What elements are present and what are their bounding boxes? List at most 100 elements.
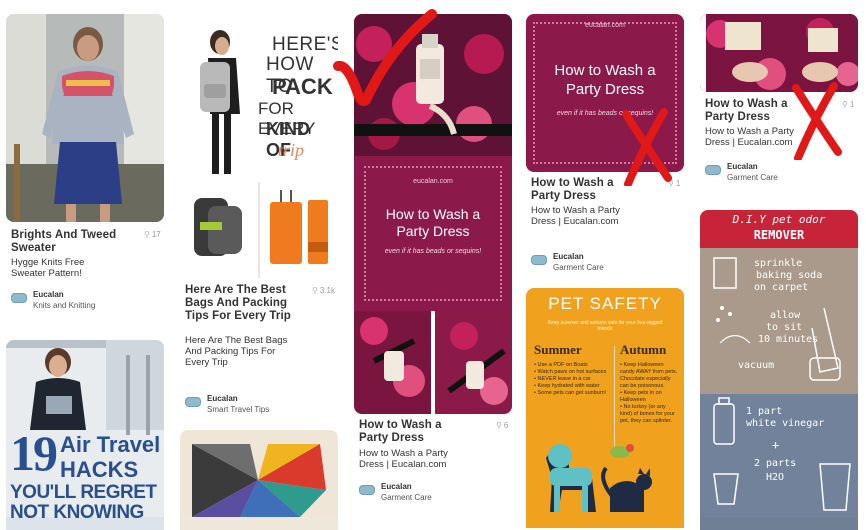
x-mark-icon [792, 82, 842, 160]
board-user[interactable]: Eucalan [381, 482, 412, 491]
dress-photo-bottom [354, 311, 512, 414]
checkmark-icon [333, 9, 437, 107]
travel-line2: HACKS [60, 457, 139, 482]
summer-label: Summer [534, 342, 582, 357]
board-name[interactable]: Knits and Knitting [33, 301, 95, 310]
repin-count-value: 1 [675, 179, 681, 188]
dress-line2: Party Dress [565, 81, 645, 98]
quilt-photo [180, 430, 338, 517]
pin-icon: ⚲ [312, 286, 318, 295]
pin-image-travel-hacks[interactable]: 19 Air Travel HACKS YOU'LL REGRET NOT KN… [6, 340, 164, 530]
odor-header: D.I.Y pet odor REMOVER [700, 210, 858, 248]
dog-cat-illustration [546, 444, 652, 512]
odor-step1b: baking soda [756, 270, 823, 281]
autumn-label: Autumn [620, 342, 667, 357]
board-logo-icon[interactable] [11, 293, 27, 303]
odor-heading2: REMOVER [753, 228, 805, 242]
pin-image-sweater[interactable] [6, 14, 164, 222]
repin-count: ⚲ 3.1k [312, 286, 335, 295]
dress-line1: How to Wash a [385, 206, 481, 222]
x-mark-icon [622, 108, 672, 186]
summer-items: • Use a PDF on Boats • Watch paws on hot… [534, 362, 612, 397]
travel-number: 19 [10, 425, 58, 481]
bags-text-l1: HERE'S [272, 34, 338, 55]
odor-part2b: H2O [766, 472, 785, 483]
odor-part1b: white vinegar [746, 418, 825, 429]
travel-line4: NOT KNOWING [10, 502, 144, 523]
summer-item: • Watch paws on hot surfaces [534, 369, 607, 375]
autumn-item: • No turkey (or any kind) of bones for y… [620, 404, 675, 424]
carpet-panel: sprinkle baking soda on carpet allow to … [700, 248, 858, 394]
pin-title[interactable]: Brights And Tweed Sweater [11, 229, 121, 255]
travel-line1: Air Travel [60, 432, 161, 457]
pin-image-quilt[interactable] [180, 430, 338, 530]
repin-count-value: 1 [849, 100, 855, 109]
repin-count: ⚲ 6 [496, 421, 508, 430]
pet-safety-intro: Keep summer and autumn safe for your fou… [547, 320, 663, 332]
board-user[interactable]: Eucalan [553, 252, 584, 261]
summer-item: • NEVER leave in a car [534, 376, 591, 382]
odor-step2c: 10 minutes [758, 334, 819, 345]
odor-part2: 2 parts [754, 458, 797, 469]
dress-card-panel: eucalan.com How to Wash a Party Dress ev… [354, 156, 512, 311]
summer-item: • Keep hydrated with water [534, 383, 600, 389]
board-name[interactable]: Smart Travel Tips [207, 405, 269, 414]
odor-step1a: sprinkle [754, 258, 803, 269]
odor-part1: 1 part [746, 406, 783, 417]
autumn-item: • Keep pets in on Halloween [620, 390, 662, 403]
pin-description: How to Wash a Party Dress | Eucalan.com [359, 448, 448, 470]
bags-text-l6: trip [278, 140, 305, 160]
pin-description: How to Wash a Party Dress | Eucalan.com [531, 205, 620, 227]
travel-line3: YOU'LL REGRET [10, 482, 157, 503]
pin-pet-odor[interactable]: D.I.Y pet odor REMOVER sprinkle baking s… [700, 210, 858, 530]
pet-safety-heading: PET SAFETY [548, 294, 662, 313]
pin-image-pet-safety[interactable]: PET SAFETY Keep summer and autumn safe f… [526, 288, 684, 528]
board-user[interactable]: Eucalan [727, 162, 758, 171]
pin-image-bags[interactable]: HERE'S HOW TO PACK FOR EVERY KIND OF tri… [180, 14, 338, 278]
pin-sweater[interactable]: Brights And Tweed Sweater ⚲ 17 Hygge Knit… [6, 14, 164, 314]
odor-step1c: on carpet [754, 282, 809, 293]
pin-bags[interactable]: HERE'S HOW TO PACK FOR EVERY KIND OF tri… [180, 14, 338, 414]
divider [614, 346, 615, 446]
odor-step2a: allow [770, 310, 801, 321]
sweater-photo [6, 14, 164, 222]
pin-pet-safety[interactable]: PET SAFETY Keep summer and autumn safe f… [526, 288, 684, 528]
board-name[interactable]: Garment Care [553, 263, 604, 272]
board-logo-icon[interactable] [531, 255, 547, 265]
luggage-photos [180, 182, 338, 278]
board-user[interactable]: Eucalan [207, 394, 238, 403]
pin-travel-hacks[interactable]: 19 Air Travel HACKS YOU'LL REGRET NOT KN… [6, 340, 164, 530]
repin-count: ⚲ 17 [144, 230, 161, 239]
pin-title[interactable]: How to Wash a Party Dress [359, 419, 449, 445]
dress-line2: Party Dress [396, 223, 470, 239]
autumn-item: • Keep Halloween candy AWAY from pets. C… [620, 362, 678, 389]
bags-text-l3: PACK [272, 74, 333, 99]
pin-image-pet-odor[interactable]: D.I.Y pet odor REMOVER sprinkle baking s… [700, 210, 858, 530]
pin-icon: ⚲ [496, 421, 502, 430]
pin-quilt[interactable] [180, 430, 338, 530]
autumn-items: • Keep Halloween candy AWAY from pets. C… [620, 362, 678, 425]
dress-line1: How to Wash a [554, 62, 656, 79]
board-logo-icon[interactable] [185, 397, 201, 407]
denim-panel: 1 part white vinegar + 2 parts H2O [700, 394, 858, 530]
repin-count-value: 17 [151, 230, 161, 239]
board-logo-icon[interactable] [359, 485, 375, 495]
odor-step3: vacuum [738, 360, 775, 371]
board-name[interactable]: Garment Care [727, 173, 778, 182]
repin-count-value: 3.1k [319, 286, 335, 295]
board-logo-icon[interactable] [705, 165, 721, 175]
odor-heading1: D.I.Y pet odor [732, 213, 826, 226]
repin-count-value: 6 [503, 421, 509, 430]
pin-title[interactable]: How to Wash a Party Dress [531, 177, 626, 203]
pin-title[interactable]: Here Are The Best Bags And Packing Tips … [185, 284, 295, 323]
board-user[interactable]: Eucalan [33, 290, 64, 299]
pin-description: Hygge Knits Free Sweater Pattern! [11, 257, 85, 279]
summer-item: • Use a PDF on Boats [534, 362, 588, 368]
board-name[interactable]: Garment Care [381, 493, 432, 502]
pin-icon: ⚲ [144, 230, 150, 239]
dress-brand: eucalan.com [413, 178, 453, 185]
summer-item: • Some pets can get sunburn! [534, 390, 607, 396]
odor-step2b: to sit [766, 322, 803, 333]
pin-description: Here Are The Best Bags And Packing Tips … [185, 335, 288, 368]
dress-brand: eucalan.com [585, 22, 625, 29]
